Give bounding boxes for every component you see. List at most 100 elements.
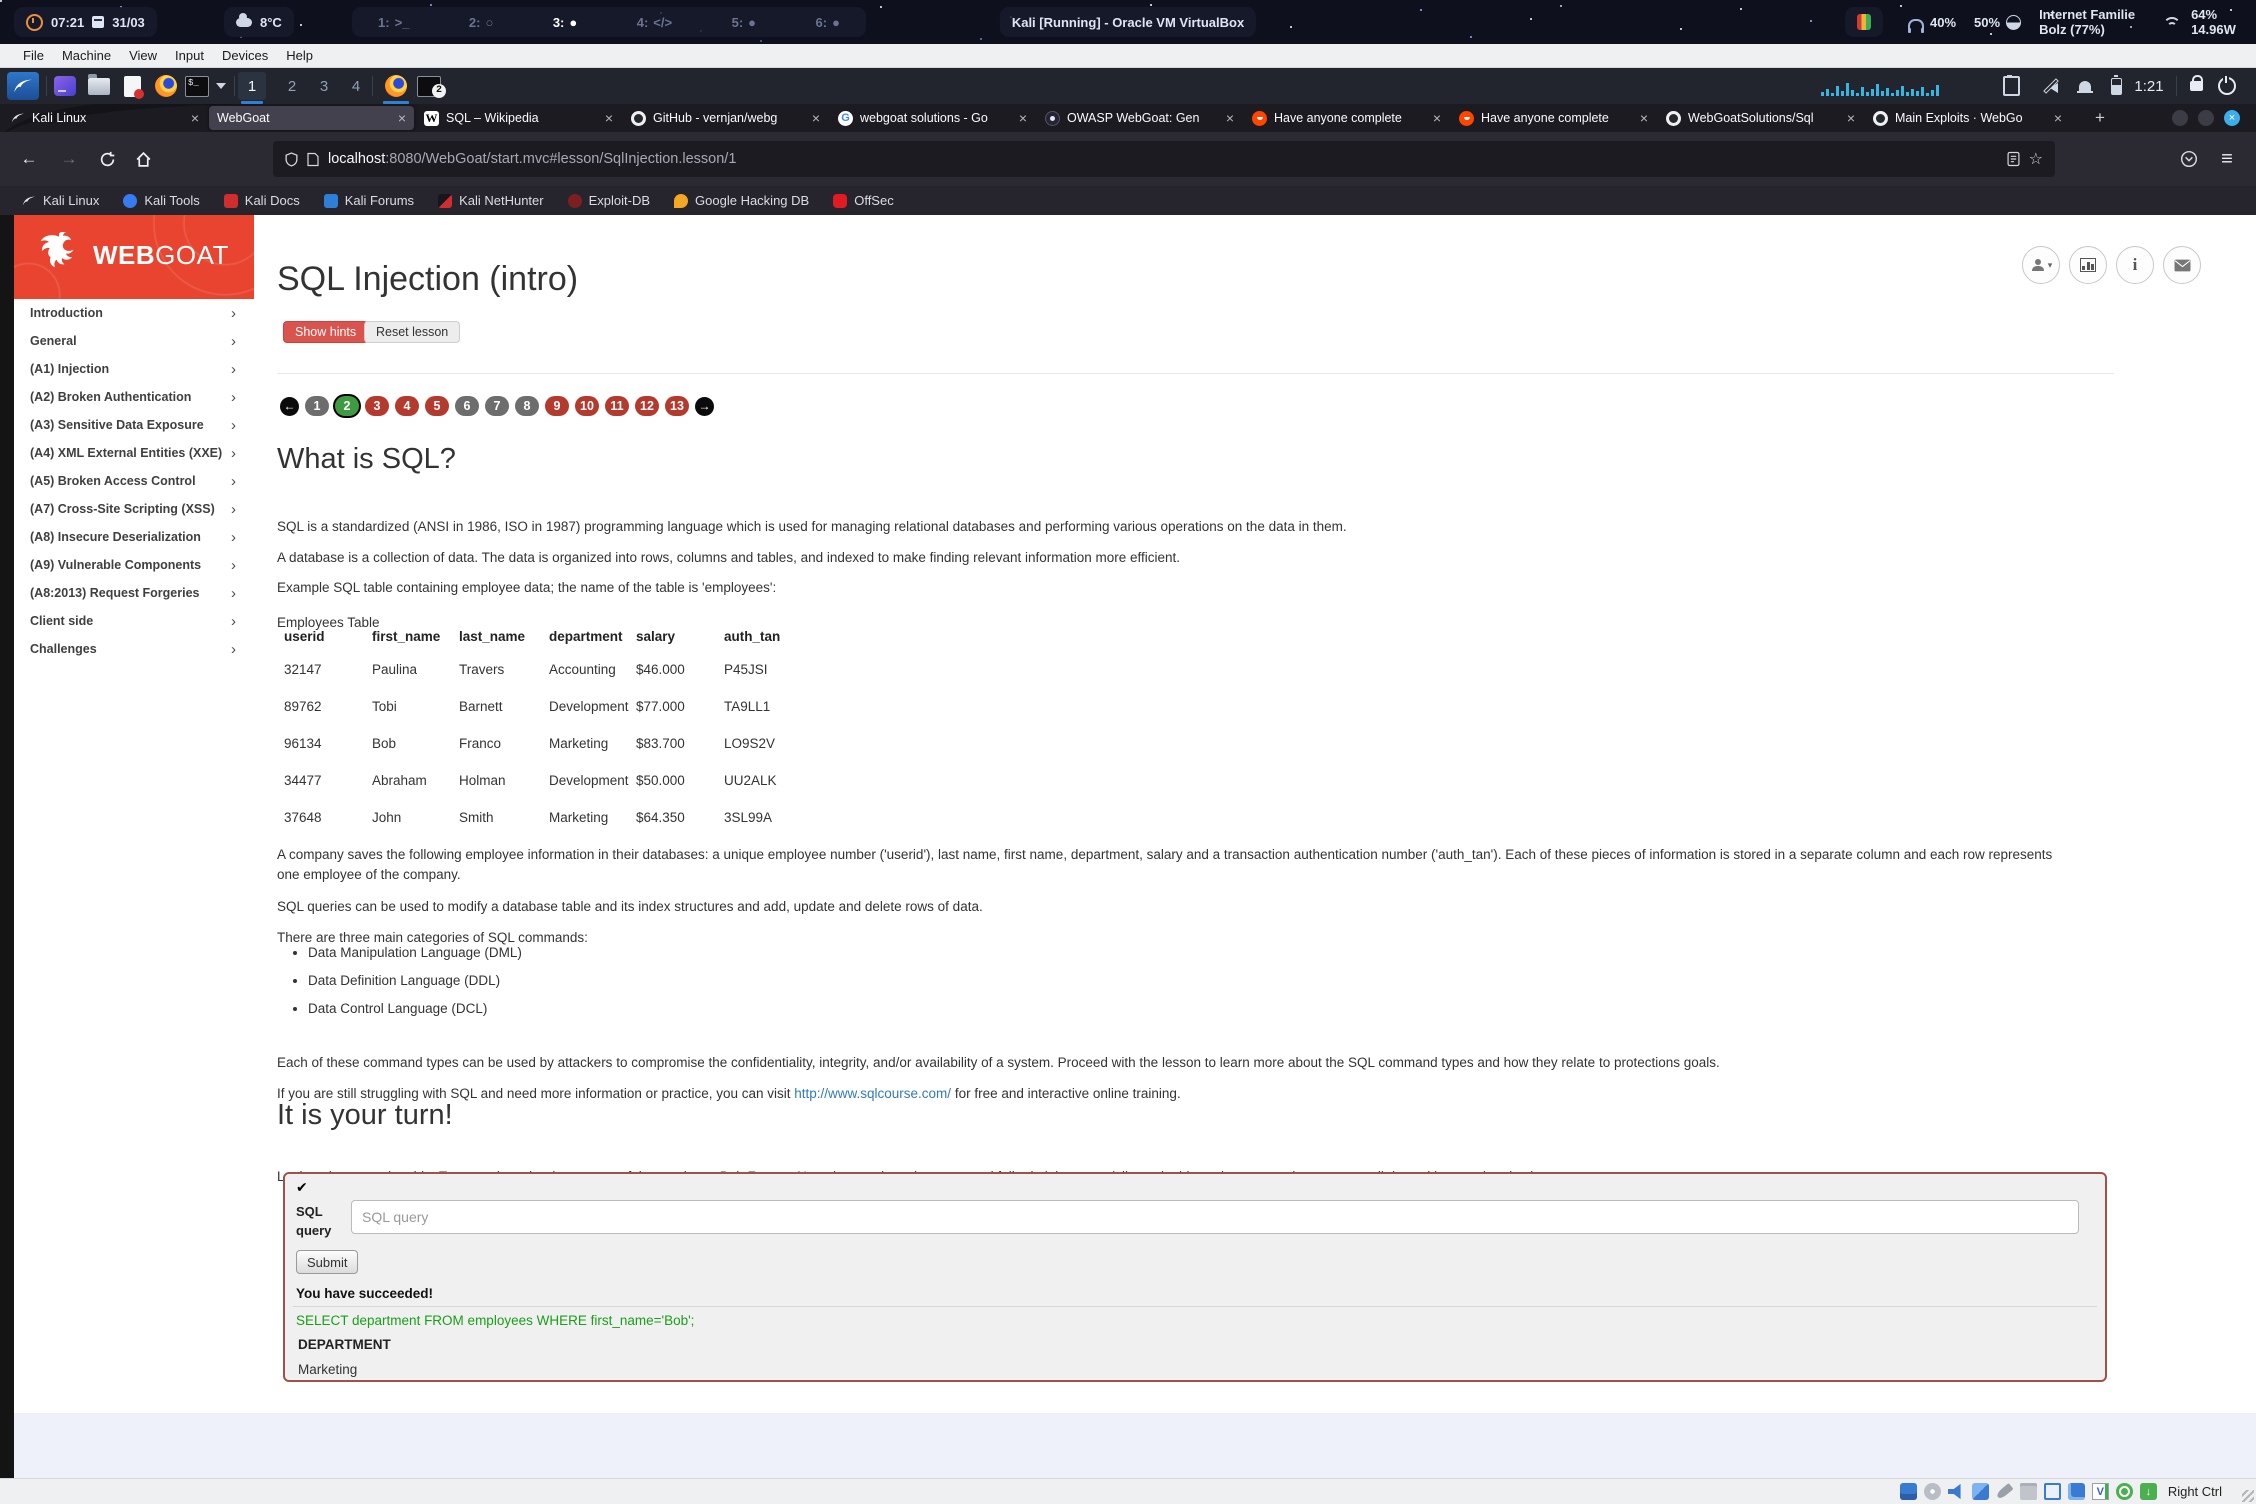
usb-icon[interactable] — [1995, 1483, 2013, 1500]
menu-machine[interactable]: Machine — [53, 48, 120, 63]
reader-mode-icon[interactable] — [2007, 151, 2020, 167]
page-13[interactable]: 13 — [665, 396, 689, 416]
tab-kali-linux[interactable]: Kali Linux × — [2, 106, 207, 130]
optical-disc-icon[interactable] — [1924, 1483, 1941, 1500]
pocket-button[interactable] — [2176, 146, 2202, 172]
lock-screen-button[interactable] — [2186, 72, 2206, 100]
window-maximize-button[interactable] — [2198, 110, 2214, 126]
page-6[interactable]: 6 — [455, 396, 479, 416]
tab-sql-wikipedia[interactable]: W SQL – Wikipedia × — [416, 106, 621, 130]
battery-tray-icon[interactable] — [2108, 72, 2124, 100]
tab-close-icon[interactable]: × — [1847, 110, 1855, 126]
page-10[interactable]: 10 — [575, 396, 599, 416]
panel-workspace-4[interactable]: 4 — [342, 72, 370, 100]
page-9[interactable]: 9 — [545, 396, 569, 416]
sidebar-item-client-side[interactable]: Client side› — [14, 607, 254, 635]
tab-reddit-2[interactable]: Have anyone complete × — [1451, 106, 1656, 130]
keyboard-capture-icon[interactable]: ↓ — [2140, 1483, 2157, 1500]
bookmark-kali-tools[interactable]: Kali Tools — [123, 193, 199, 208]
tab-close-icon[interactable]: × — [191, 110, 199, 126]
bookmark-star-icon[interactable]: ☆ — [2029, 149, 2043, 169]
launcher-dropdown[interactable] — [214, 72, 228, 100]
weather-widget[interactable]: 8°C — [224, 7, 294, 37]
launcher-terminal[interactable]: $_ — [184, 72, 210, 100]
panel-workspace-3[interactable]: 3 — [310, 72, 338, 100]
tab-github-vernjan[interactable]: GitHub - vernjan/webg × — [623, 106, 828, 130]
sidebar-item-a1-injection[interactable]: (A1) Injection› — [14, 355, 254, 383]
sidebar-item-introduction[interactable]: Introduction› — [14, 299, 254, 327]
sidebar-item-a2-broken-auth[interactable]: (A2) Broken Authentication› — [14, 383, 254, 411]
taskbar-terminal-window[interactable]: 2 — [416, 72, 442, 100]
resize-grip[interactable] — [2242, 1490, 2254, 1502]
bookmark-kali-linux[interactable]: Kali Linux — [22, 193, 99, 208]
notifications-tray-icon[interactable] — [2076, 72, 2094, 100]
tab-close-icon[interactable]: × — [1640, 110, 1648, 126]
home-button[interactable] — [130, 146, 156, 172]
tab-reddit-1[interactable]: Have anyone complete × — [1244, 106, 1449, 130]
tab-webgoatsolutions[interactable]: WebGoatSolutions/Sql × — [1658, 106, 1863, 130]
app-menu-button[interactable]: ≡ — [2214, 146, 2240, 172]
bookmark-offsec[interactable]: OffSec — [833, 193, 894, 208]
tab-close-icon[interactable]: × — [812, 110, 820, 126]
page-8[interactable]: 8 — [515, 396, 539, 416]
page-5[interactable]: 5 — [425, 396, 449, 416]
vm-window-title[interactable]: Kali [Running] - Oracle VM VirtualBox — [1000, 7, 1256, 37]
workspace-5[interactable]: 5: ● — [732, 15, 756, 30]
workspace-4[interactable]: 4: </> — [637, 15, 672, 30]
menu-file[interactable]: File — [14, 48, 53, 63]
page-3[interactable]: 3 — [365, 396, 389, 416]
hard-disk-icon[interactable] — [1900, 1483, 1917, 1500]
launcher-appfinder[interactable] — [52, 72, 78, 100]
clipboard-tray-icon[interactable] — [2002, 72, 2020, 100]
bookmark-exploit-db[interactable]: Exploit-DB — [568, 193, 650, 208]
webgoat-logo-header[interactable]: WEBGOAT — [14, 215, 254, 299]
tab-close-icon[interactable]: × — [1019, 110, 1027, 126]
window-close-button[interactable]: × — [2224, 110, 2240, 126]
shared-folder-icon[interactable] — [2020, 1483, 2037, 1500]
tab-close-icon[interactable]: × — [2054, 110, 2062, 126]
taskbar-firefox-window[interactable] — [382, 72, 410, 100]
tab-main-exploits[interactable]: Main Exploits · WebGo × — [1865, 106, 2070, 130]
launcher-firefox[interactable] — [152, 72, 180, 100]
audio-icon[interactable] — [1948, 1483, 1965, 1500]
kali-menu-button[interactable] — [7, 72, 39, 100]
power-status[interactable]: 64% 14.96W — [2191, 7, 2244, 37]
tab-owasp-webgoat[interactable]: OWASP WebGoat: Gen × — [1037, 106, 1242, 130]
network-icon[interactable] — [1972, 1483, 1989, 1500]
logout-button[interactable] — [2216, 72, 2238, 100]
sidebar-item-a5-access-control[interactable]: (A5) Broken Access Control› — [14, 467, 254, 495]
back-button[interactable]: ← — [16, 146, 42, 172]
recording-icon[interactable] — [2068, 1483, 2085, 1500]
sidebar-item-a9-vulnerable-components[interactable]: (A9) Vulnerable Components› — [14, 551, 254, 579]
display-icon[interactable] — [2044, 1483, 2061, 1500]
sidebar-item-challenges[interactable]: Challenges› — [14, 635, 254, 663]
menu-devices[interactable]: Devices — [213, 48, 277, 63]
sidebar-item-a3-sensitive-data[interactable]: (A3) Sensitive Data Exposure› — [14, 411, 254, 439]
menu-help[interactable]: Help — [277, 48, 322, 63]
report-card-button[interactable] — [2069, 246, 2107, 284]
url-text[interactable]: localhost:8080/WebGoat/start.mvc#lesson/… — [328, 151, 1998, 167]
workspace-2[interactable]: 2: ○ — [469, 15, 493, 30]
sidebar-item-a4-xxe[interactable]: (A4) XML External Entities (XXE)› — [14, 439, 254, 467]
sidebar-item-general[interactable]: General› — [14, 327, 254, 355]
tab-close-icon[interactable]: × — [1433, 110, 1441, 126]
tab-close-icon[interactable]: × — [1226, 110, 1234, 126]
page-info-icon[interactable] — [307, 152, 319, 167]
sqlcourse-link[interactable]: http://www.sqlcourse.com/ — [794, 1086, 951, 1101]
bookmark-google-hacking-db[interactable]: Google Hacking DB — [674, 193, 809, 208]
menu-view[interactable]: View — [120, 48, 166, 63]
panel-clock[interactable]: 1:21 — [2128, 72, 2170, 100]
clock-date-widget[interactable]: 07:21 31/03 — [14, 7, 157, 37]
brightness-status[interactable]: 50% — [1974, 15, 2021, 30]
show-hints-button[interactable]: Show hints — [283, 321, 368, 343]
bookmark-kali-forums[interactable]: Kali Forums — [324, 193, 414, 208]
prev-page-button[interactable]: ← — [280, 397, 299, 416]
forward-button[interactable]: → — [56, 146, 82, 172]
panel-workspace-1[interactable]: 1 — [238, 72, 266, 100]
launcher-file-manager[interactable] — [86, 72, 112, 100]
sidebar-item-a8-deserialization[interactable]: (A8) Insecure Deserialization› — [14, 523, 254, 551]
headphone-status[interactable]: 40% — [1908, 15, 1956, 30]
reset-lesson-button[interactable]: Reset lesson — [364, 321, 460, 343]
page-7[interactable]: 7 — [485, 396, 509, 416]
sql-query-input[interactable] — [351, 1200, 2079, 1234]
